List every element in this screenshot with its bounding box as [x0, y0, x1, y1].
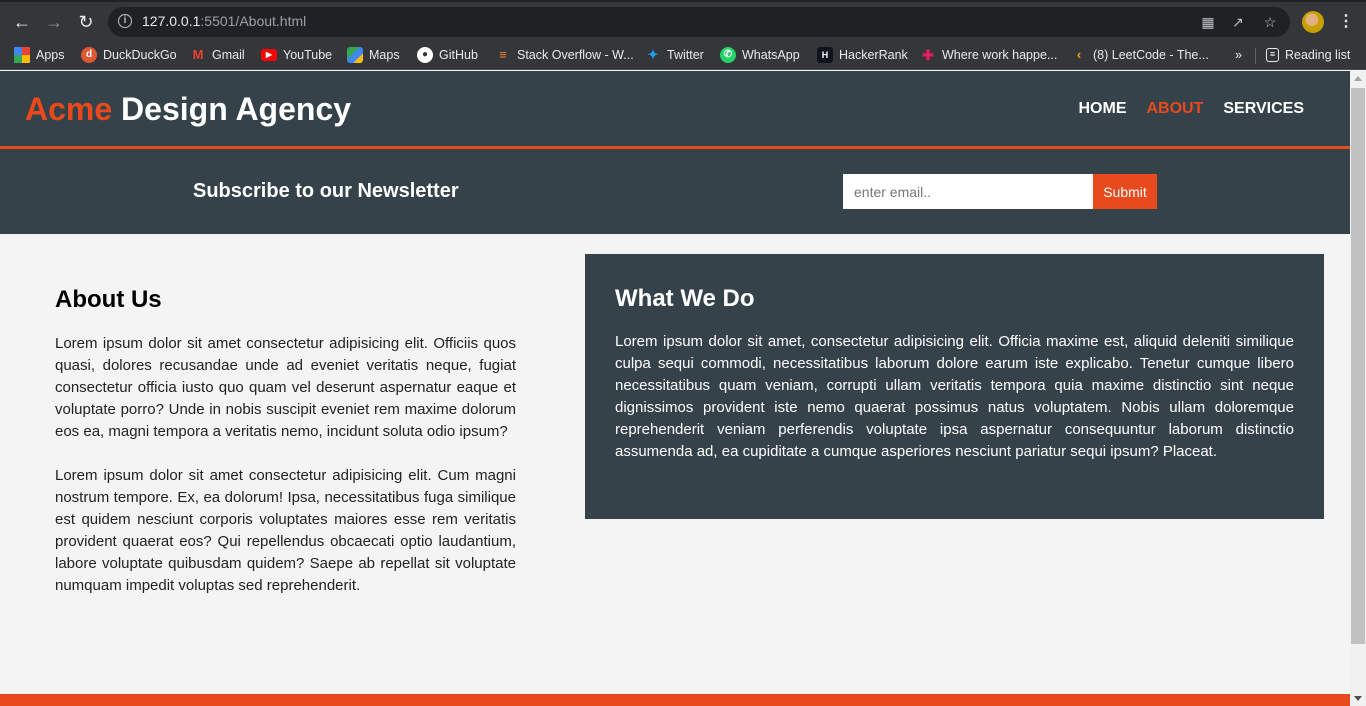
nav-home[interactable]: Home	[1078, 100, 1126, 118]
bookmark-twitter[interactable]: ✦ Twitter	[645, 44, 704, 66]
url-host: 127.0.0.1	[142, 13, 201, 29]
bookmark-label: (8) LeetCode - The...	[1093, 48, 1209, 62]
bookmark-label: HackerRank	[839, 48, 908, 62]
bookmark-leetcode[interactable]: ‹ (8) LeetCode - The...	[1071, 44, 1209, 66]
about-title: About Us	[55, 286, 162, 313]
menu-dots-icon[interactable]: ⋮	[1338, 12, 1354, 32]
slack-icon: ✚	[922, 47, 934, 63]
bookmark-label: Where work happe...	[942, 48, 1058, 62]
about-section: About Us Lorem ipsum dolor sit amet cons…	[55, 286, 516, 619]
reload-icon[interactable]: ↻	[74, 10, 98, 34]
address-bar[interactable]: i 127.0.0.1:5501/About.html ▦ ↗ ☆	[108, 7, 1290, 37]
bookmark-label: Apps	[36, 48, 65, 62]
browser-toolbar: ← → ↻ i 127.0.0.1:5501/About.html ▦ ↗ ☆ …	[0, 0, 1366, 40]
email-input[interactable]	[843, 174, 1093, 209]
scroll-up-arrow-icon[interactable]	[1354, 76, 1362, 81]
what-we-do-panel: What We Do Lorem ipsum dolor sit amet, c…	[585, 254, 1324, 519]
what-we-do-paragraph: Lorem ipsum dolor sit amet, consectetur …	[615, 333, 1294, 460]
maps-icon	[347, 47, 363, 63]
url-text[interactable]: 127.0.0.1:5501/About.html	[142, 13, 306, 29]
site-header: Acme Design Agency Home About Services	[0, 71, 1350, 149]
site-footer	[0, 694, 1350, 706]
bookmarks-bar: Apps d DuckDuckGo M Gmail ▶ YouTube Maps…	[0, 40, 1366, 70]
gmail-icon: M	[192, 47, 204, 62]
bookmark-slack[interactable]: ✚ Where work happe...	[920, 44, 1057, 66]
bookmark-whatsapp[interactable]: ✆ WhatsApp	[720, 44, 800, 66]
newsletter-title: Subscribe to our Newsletter	[193, 180, 459, 202]
bookmarks-divider	[1255, 48, 1256, 64]
nav-about[interactable]: About	[1146, 100, 1203, 118]
brand-name: Design Agency	[112, 91, 352, 127]
bookmark-star-icon[interactable]: ☆	[1262, 14, 1278, 30]
profile-avatar[interactable]	[1302, 11, 1324, 33]
stackoverflow-icon: ≡	[499, 47, 507, 62]
back-icon[interactable]: ←	[10, 10, 34, 34]
bookmark-stackoverflow[interactable]: ≡ Stack Overflow - W...	[495, 44, 634, 66]
brand-highlight: Acme	[25, 91, 113, 127]
bookmark-label: YouTube	[283, 48, 333, 62]
translate-icon[interactable]: ▦	[1200, 14, 1216, 30]
bookmark-youtube[interactable]: ▶ YouTube	[261, 44, 332, 66]
duckduckgo-icon: d	[81, 47, 97, 63]
url-path: :5501/About.html	[200, 13, 307, 29]
bookmark-label: Stack Overflow - W...	[517, 48, 634, 62]
github-icon: ●	[417, 47, 433, 63]
bookmark-hackerrank[interactable]: H HackerRank	[817, 44, 908, 66]
bookmark-maps[interactable]: Maps	[347, 44, 400, 66]
youtube-icon: ▶	[261, 49, 277, 61]
bookmark-gmail[interactable]: M Gmail	[190, 44, 245, 66]
bookmark-github[interactable]: ● GitHub	[417, 44, 478, 66]
scroll-thumb[interactable]	[1351, 88, 1365, 644]
overflow-chevron-icon: »	[1235, 48, 1242, 62]
share-icon[interactable]: ↗	[1230, 14, 1246, 30]
scroll-down-arrow-icon[interactable]	[1354, 696, 1362, 701]
site-info-icon[interactable]: i	[118, 14, 132, 28]
apps-grid-icon	[14, 47, 30, 63]
what-we-do-title: What We Do	[615, 285, 755, 312]
nav-services[interactable]: Services	[1223, 100, 1304, 118]
newsletter-section: Subscribe to our Newsletter Submit	[0, 149, 1350, 234]
bookmark-label: GitHub	[439, 48, 478, 62]
bookmark-label: DuckDuckGo	[103, 48, 177, 62]
forward-icon[interactable]: →	[42, 10, 66, 34]
reading-list-label: Reading list	[1285, 48, 1351, 62]
about-paragraph: Lorem ipsum dolor sit amet consectetur a…	[55, 335, 516, 440]
main-nav: Home About Services	[1078, 100, 1304, 118]
bookmark-label: Twitter	[667, 48, 704, 62]
twitter-icon: ✦	[647, 47, 659, 62]
bookmark-label: Gmail	[212, 48, 245, 62]
bookmark-label: WhatsApp	[742, 48, 800, 62]
bookmarks-overflow-button[interactable]: »	[1235, 44, 1242, 66]
leetcode-icon: ‹	[1076, 47, 1082, 62]
page-viewport: Acme Design Agency Home About Services S…	[0, 71, 1350, 706]
bookmark-duckduckgo[interactable]: d DuckDuckGo	[81, 44, 177, 66]
bookmark-label: Maps	[369, 48, 400, 62]
reading-list-icon: ≡	[1266, 48, 1279, 62]
page-scrollbar[interactable]	[1350, 71, 1366, 706]
hackerrank-icon: H	[817, 47, 833, 63]
whatsapp-icon: ✆	[720, 47, 736, 63]
branding: Acme Design Agency	[25, 91, 351, 128]
reading-list-button[interactable]: ≡ Reading list	[1266, 44, 1350, 66]
bookmark-apps[interactable]: Apps	[14, 44, 65, 66]
about-paragraph: Lorem ipsum dolor sit amet consectetur a…	[55, 467, 516, 594]
submit-button[interactable]: Submit	[1093, 174, 1157, 209]
